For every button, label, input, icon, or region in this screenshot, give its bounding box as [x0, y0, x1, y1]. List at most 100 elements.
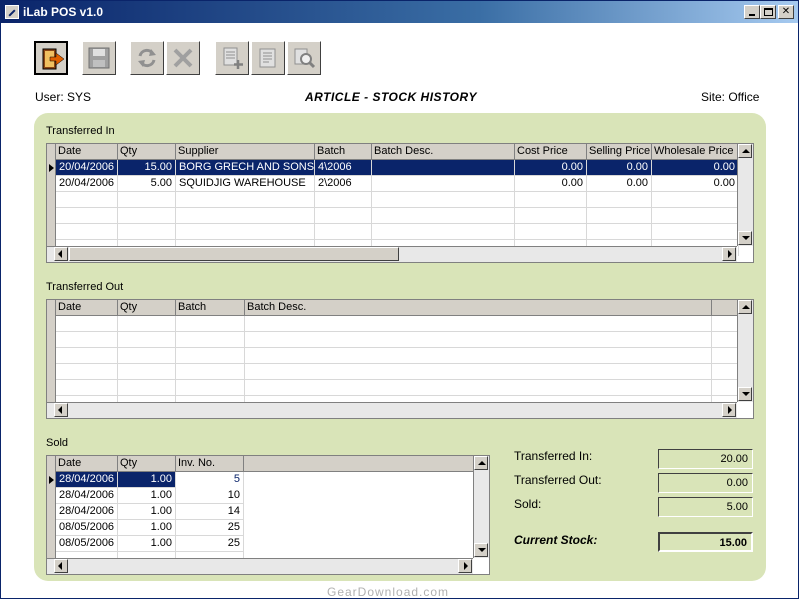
- table-cell[interactable]: [56, 380, 118, 396]
- table-cell[interactable]: 1.00: [118, 504, 176, 520]
- transferred-in-grid[interactable]: Date Qty Supplier Batch Batch Desc. Cost Pric…: [46, 143, 754, 263]
- table-cell[interactable]: 0.00: [515, 160, 587, 176]
- column-header[interactable]: Qty: [118, 144, 176, 160]
- table-cell[interactable]: 0.00: [587, 160, 652, 176]
- table-cell[interactable]: [176, 316, 245, 332]
- column-header[interactable]: Batch: [176, 300, 245, 316]
- app-icon[interactable]: [5, 5, 19, 19]
- scroll-down-icon[interactable]: [738, 387, 752, 401]
- table-cell[interactable]: 0.00: [652, 176, 739, 192]
- table-cell[interactable]: [118, 348, 176, 364]
- table-cell[interactable]: 14: [176, 504, 244, 520]
- column-header[interactable]: Batch Desc.: [245, 300, 712, 316]
- scroll-left-icon[interactable]: [54, 247, 68, 261]
- scroll-right-icon[interactable]: [722, 247, 736, 261]
- table-cell[interactable]: [372, 192, 515, 208]
- table-row[interactable]: [56, 208, 739, 224]
- transferred-out-grid[interactable]: Date Qty Batch Batch Desc.: [46, 299, 754, 419]
- table-cell[interactable]: [652, 224, 739, 240]
- table-cell[interactable]: [118, 364, 176, 380]
- table-cell[interactable]: [245, 332, 712, 348]
- scroll-right-icon[interactable]: [458, 559, 472, 573]
- table-cell[interactable]: 20/04/2006: [56, 176, 118, 192]
- table-cell[interactable]: [176, 364, 245, 380]
- table-row[interactable]: 20/04/2006 15.00 BORG GRECH AND SONS 4\2006…: [56, 160, 739, 176]
- table-cell[interactable]: [118, 380, 176, 396]
- table-cell[interactable]: [56, 332, 118, 348]
- exit-button[interactable]: [34, 41, 68, 75]
- table-cell[interactable]: [176, 208, 315, 224]
- table-cell[interactable]: 1.00: [118, 488, 176, 504]
- refresh-button[interactable]: [130, 41, 164, 75]
- scroll-left-icon[interactable]: [54, 559, 68, 573]
- table-cell[interactable]: [176, 224, 315, 240]
- table-cell[interactable]: 0.00: [515, 176, 587, 192]
- table-cell[interactable]: [587, 192, 652, 208]
- table-cell[interactable]: [245, 364, 712, 380]
- add-item-button[interactable]: [215, 41, 249, 75]
- table-cell[interactable]: [56, 224, 118, 240]
- column-header[interactable]: Batch Desc.: [372, 144, 515, 160]
- column-header[interactable]: Cost Price: [515, 144, 587, 160]
- table-row[interactable]: [56, 316, 737, 332]
- scrollbar-thumb[interactable]: [69, 247, 399, 261]
- table-cell[interactable]: 5.00: [118, 176, 176, 192]
- column-header[interactable]: Selling Price: [587, 144, 652, 160]
- table-cell[interactable]: 28/04/2006: [56, 472, 118, 488]
- scroll-left-icon[interactable]: [54, 403, 68, 417]
- table-cell[interactable]: BORG GRECH AND SONS: [176, 160, 315, 176]
- table-row[interactable]: [56, 364, 737, 380]
- table-cell[interactable]: [176, 192, 315, 208]
- table-row[interactable]: [56, 192, 739, 208]
- table-cell[interactable]: [372, 224, 515, 240]
- table-cell[interactable]: 0.00: [652, 160, 739, 176]
- table-cell[interactable]: 20/04/2006: [56, 160, 118, 176]
- table-cell[interactable]: 25: [176, 520, 244, 536]
- table-cell[interactable]: 1.00: [118, 472, 176, 488]
- column-header[interactable]: Date: [56, 144, 118, 160]
- table-cell[interactable]: [372, 160, 515, 176]
- table-row[interactable]: 08/05/2006 1.00 25: [56, 520, 244, 536]
- scroll-down-icon[interactable]: [738, 231, 752, 245]
- search-button[interactable]: [287, 41, 321, 75]
- table-cell[interactable]: [652, 208, 739, 224]
- table-row[interactable]: [56, 348, 737, 364]
- scroll-up-icon[interactable]: [474, 456, 488, 470]
- table-row[interactable]: [56, 380, 737, 396]
- table-cell[interactable]: [315, 208, 372, 224]
- table-cell[interactable]: [118, 208, 176, 224]
- column-header[interactable]: Wholesale Price: [652, 144, 739, 160]
- table-row[interactable]: 28/04/2006 1.00 10: [56, 488, 244, 504]
- table-cell[interactable]: 1.00: [118, 520, 176, 536]
- column-header[interactable]: Batch: [315, 144, 372, 160]
- table-row[interactable]: 28/04/2006 1.00 5: [56, 472, 244, 488]
- vertical-scrollbar[interactable]: [737, 300, 753, 402]
- table-cell[interactable]: [176, 332, 245, 348]
- table-row[interactable]: 28/04/2006 1.00 14: [56, 504, 244, 520]
- table-cell[interactable]: [245, 348, 712, 364]
- column-header[interactable]: Date: [56, 300, 118, 316]
- table-cell[interactable]: [56, 208, 118, 224]
- table-cell[interactable]: [245, 380, 712, 396]
- table-cell[interactable]: [515, 208, 587, 224]
- table-cell[interactable]: 0.00: [587, 176, 652, 192]
- table-cell[interactable]: 2\2006: [315, 176, 372, 192]
- table-cell[interactable]: [118, 332, 176, 348]
- table-cell[interactable]: 1.00: [118, 536, 176, 552]
- table-cell[interactable]: [56, 192, 118, 208]
- column-header[interactable]: Qty: [118, 456, 176, 472]
- sold-grid[interactable]: Date Qty Inv. No. 28/04/2006 1.00 5 28/04/2006…: [46, 455, 490, 575]
- table-cell[interactable]: [515, 192, 587, 208]
- table-cell[interactable]: 28/04/2006: [56, 504, 118, 520]
- column-header[interactable]: Supplier: [176, 144, 315, 160]
- table-cell[interactable]: [315, 224, 372, 240]
- table-cell[interactable]: 15.00: [118, 160, 176, 176]
- cancel-button[interactable]: [166, 41, 200, 75]
- column-header[interactable]: Inv. No.: [176, 456, 244, 472]
- table-cell[interactable]: 4\2006: [315, 160, 372, 176]
- title-bar[interactable]: iLab POS v1.0 ✕: [1, 1, 798, 23]
- table-row[interactable]: [56, 332, 737, 348]
- scroll-up-icon[interactable]: [738, 144, 752, 158]
- table-cell[interactable]: 10: [176, 488, 244, 504]
- table-row[interactable]: [56, 224, 739, 240]
